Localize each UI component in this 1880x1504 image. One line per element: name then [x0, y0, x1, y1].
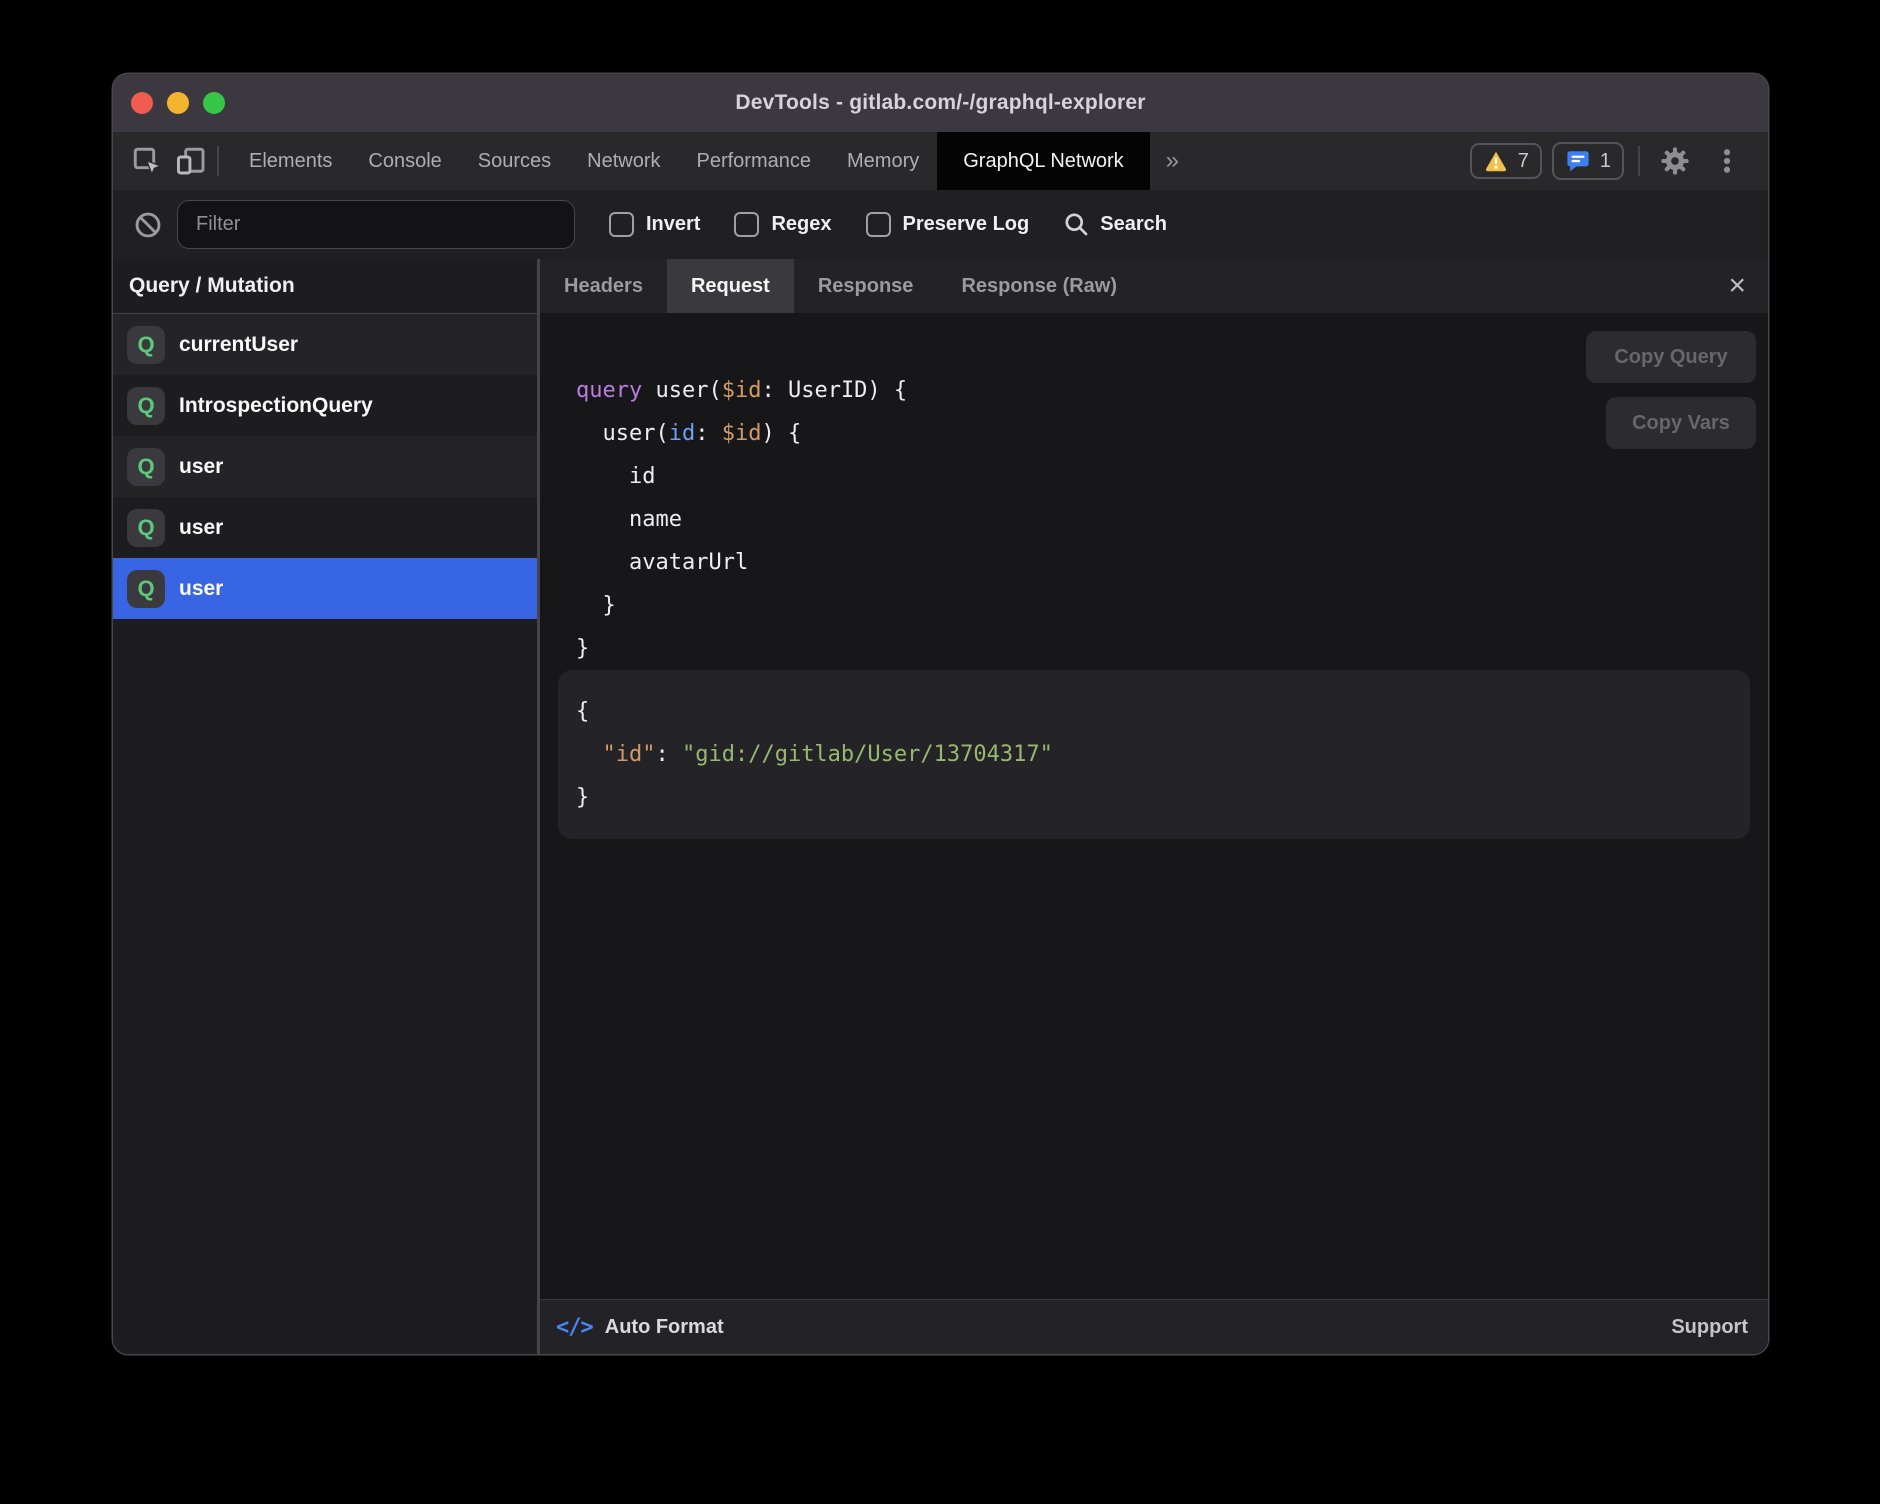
query-name: user	[179, 455, 223, 479]
warning-triangle-icon	[1483, 149, 1509, 173]
query-type-badge: Q	[127, 448, 165, 486]
traffic-lights	[131, 74, 225, 132]
code-line: }	[576, 776, 1732, 819]
tab-console[interactable]: Console	[350, 132, 459, 190]
query-list-item-user-4[interactable]: Quser	[113, 558, 537, 619]
code-line: }	[576, 584, 1768, 627]
query-list-item-user-3[interactable]: Quser	[113, 497, 537, 558]
detail-footer: </> Auto Format Support	[540, 1299, 1768, 1354]
tab-elements[interactable]: Elements	[231, 132, 350, 190]
issue-count: 1	[1600, 150, 1611, 173]
clear-block-icon[interactable]	[133, 210, 163, 240]
tab-network[interactable]: Network	[569, 132, 678, 190]
search-label: Search	[1100, 213, 1167, 236]
warning-count: 7	[1518, 150, 1529, 173]
panel-tabs: ElementsConsoleSourcesNetworkPerformance…	[231, 132, 1150, 190]
request-content: Copy Query Copy Vars query user($id: Use…	[540, 313, 1768, 1299]
detail-tab-headers[interactable]: Headers	[540, 259, 667, 313]
copy-query-button[interactable]: Copy Query	[1586, 331, 1756, 383]
invert-checkbox-label: Invert	[646, 213, 700, 236]
tabbar-right-controls: 7 1	[1470, 140, 1748, 182]
query-type-badge: Q	[127, 326, 165, 364]
query-name: IntrospectionQuery	[179, 394, 373, 418]
code-line: "id": "gid://gitlab/User/13704317"	[576, 733, 1732, 776]
toolbar-divider	[217, 146, 219, 176]
query-variables-box: { "id": "gid://gitlab/User/13704317"}	[558, 670, 1750, 839]
detail-tabs: HeadersRequestResponseResponse (Raw) ×	[540, 259, 1768, 313]
preserve-log-checkbox-group[interactable]: Preserve Log	[866, 212, 1030, 237]
query-type-badge: Q	[127, 387, 165, 425]
toolbar-divider	[1638, 146, 1640, 176]
preserve-log-checkbox-label: Preserve Log	[903, 213, 1030, 236]
code-line: {	[576, 690, 1732, 733]
search-icon	[1063, 211, 1090, 238]
regex-checkbox[interactable]	[734, 212, 759, 237]
search-toggle[interactable]: Search	[1063, 211, 1167, 238]
graphql-query-code: query user($id: UserID) { user(id: $id) …	[576, 369, 1768, 670]
main-split: Query / Mutation QcurrentUserQIntrospect…	[113, 259, 1768, 1354]
support-link[interactable]: Support	[1671, 1316, 1748, 1339]
inspect-element-icon[interactable]	[125, 132, 169, 190]
code-line: avatarUrl	[576, 541, 1768, 584]
close-window-button[interactable]	[131, 92, 153, 114]
message-bubble-icon	[1565, 148, 1591, 174]
window-title: DevTools - gitlab.com/-/graphql-explorer	[113, 91, 1768, 115]
query-type-badge: Q	[127, 570, 165, 608]
settings-gear-icon[interactable]	[1654, 140, 1696, 182]
devtools-window: DevTools - gitlab.com/-/graphql-explorer…	[113, 74, 1768, 1354]
tab-memory[interactable]: Memory	[829, 132, 937, 190]
close-detail-icon[interactable]: ×	[1728, 271, 1746, 301]
code-line: }	[576, 627, 1768, 670]
auto-format-icon: </>	[556, 1315, 593, 1340]
auto-format-button[interactable]: Auto Format	[605, 1316, 724, 1339]
warnings-badge[interactable]: 7	[1470, 143, 1542, 179]
fullscreen-window-button[interactable]	[203, 92, 225, 114]
graphql-variables-code: { "id": "gid://gitlab/User/13704317"}	[576, 690, 1732, 819]
filter-checkboxes: Invert Regex Preserve Log	[575, 212, 1029, 237]
invert-checkbox[interactable]	[609, 212, 634, 237]
kebab-menu-icon[interactable]	[1706, 140, 1748, 182]
query-list: QcurrentUserQIntrospectionQueryQuserQuse…	[113, 314, 537, 619]
minimize-window-button[interactable]	[167, 92, 189, 114]
query-name: currentUser	[179, 333, 298, 357]
tab-sources[interactable]: Sources	[460, 132, 569, 190]
code-line: id	[576, 455, 1768, 498]
detail-tab-response-raw[interactable]: Response (Raw)	[937, 259, 1141, 313]
regex-checkbox-group[interactable]: Regex	[734, 212, 831, 237]
titlebar: DevTools - gitlab.com/-/graphql-explorer	[113, 74, 1768, 132]
code-line: name	[576, 498, 1768, 541]
device-toolbar-icon[interactable]	[169, 132, 213, 190]
devtools-tabbar: ElementsConsoleSourcesNetworkPerformance…	[113, 132, 1768, 190]
query-list-item-introspectionquery-1[interactable]: Q IntrospectionQuery	[113, 375, 537, 436]
query-list-header: Query / Mutation	[113, 259, 537, 314]
query-name: user	[179, 516, 223, 540]
query-list-panel: Query / Mutation QcurrentUserQIntrospect…	[113, 259, 540, 1354]
more-tabs-button[interactable]: »	[1150, 132, 1195, 190]
network-filter-bar: Invert Regex Preserve Log Search	[113, 190, 1768, 260]
query-type-badge: Q	[127, 509, 165, 547]
query-name: user	[179, 577, 223, 601]
tab-performance[interactable]: Performance	[679, 132, 830, 190]
regex-checkbox-label: Regex	[771, 213, 831, 236]
copy-vars-button[interactable]: Copy Vars	[1606, 397, 1756, 449]
detail-tab-response[interactable]: Response	[794, 259, 938, 313]
query-list-item-currentuser-0[interactable]: QcurrentUser	[113, 314, 537, 375]
invert-checkbox-group[interactable]: Invert	[609, 212, 700, 237]
detail-tab-request[interactable]: Request	[667, 259, 794, 313]
filter-input[interactable]	[177, 200, 575, 249]
code-line: user(id: $id) {	[576, 412, 1768, 455]
query-list-item-user-2[interactable]: Quser	[113, 436, 537, 497]
tab-graphql-network[interactable]: GraphQL Network	[937, 132, 1149, 190]
preserve-log-checkbox[interactable]	[866, 212, 891, 237]
issues-badge[interactable]: 1	[1552, 142, 1624, 180]
request-detail-panel: HeadersRequestResponseResponse (Raw) × Co…	[540, 259, 1768, 1354]
